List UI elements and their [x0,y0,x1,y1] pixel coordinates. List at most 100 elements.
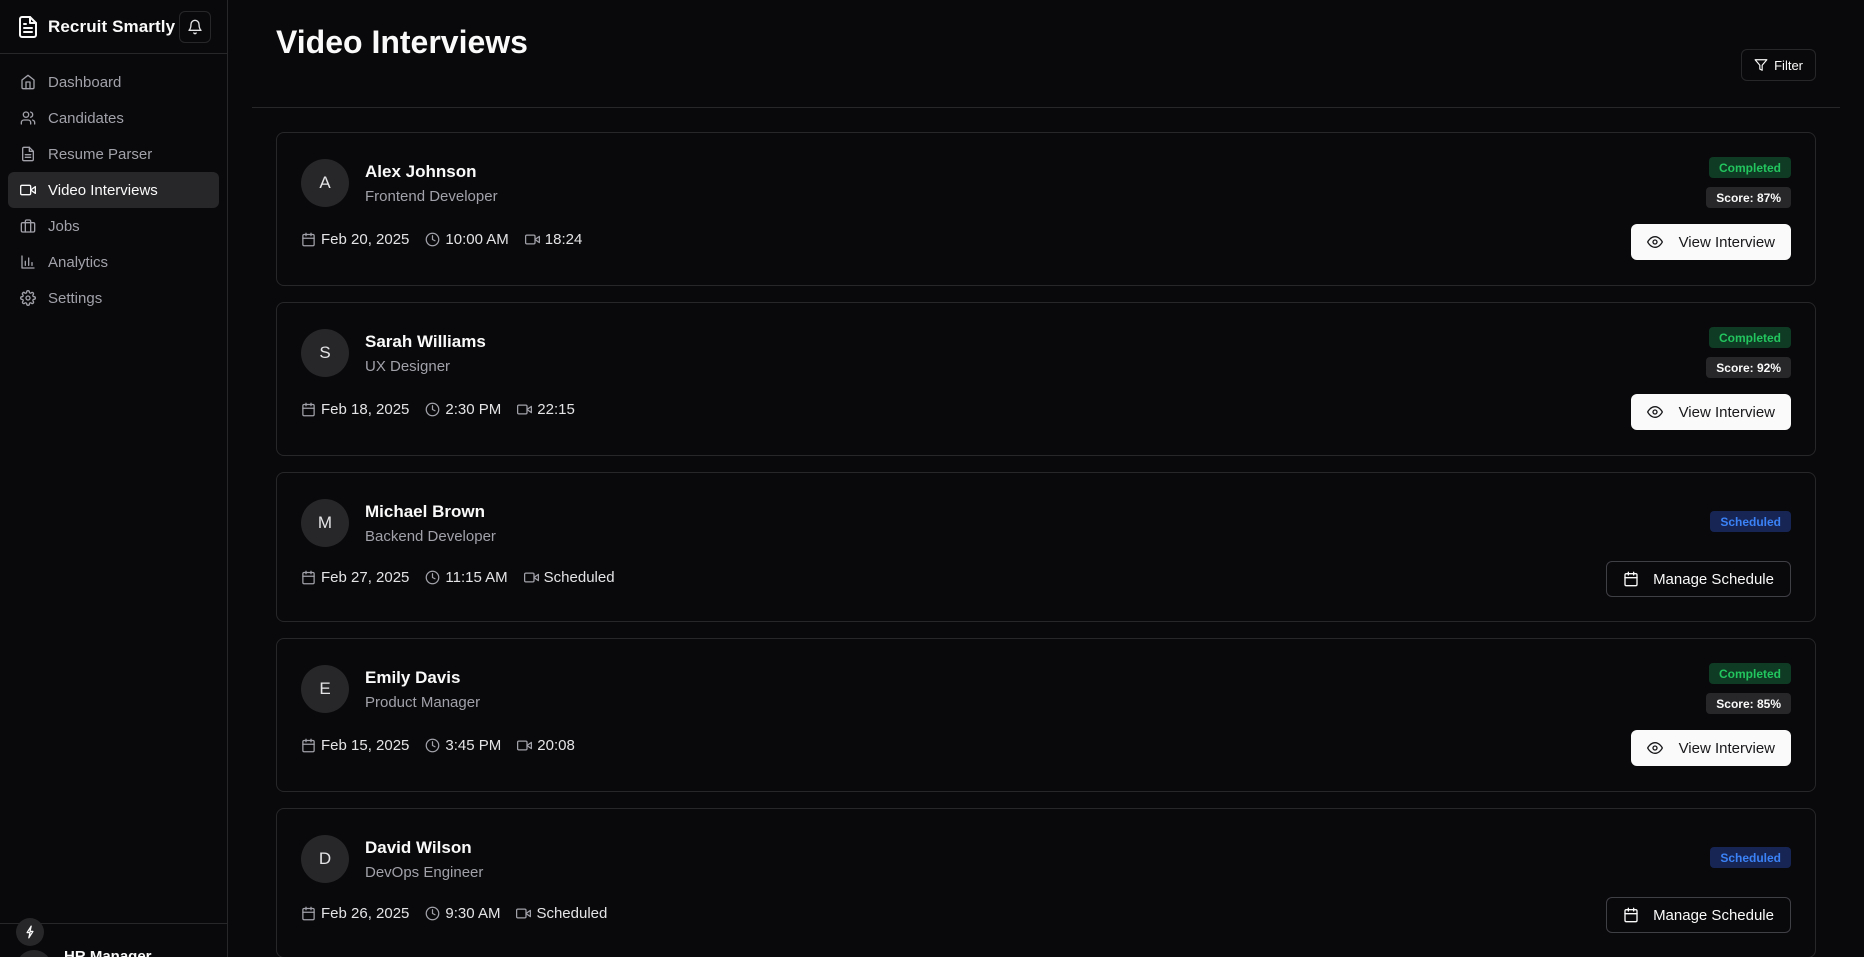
page-title: Video Interviews [276,24,528,60]
interview-duration: 18:24 [544,231,583,248]
sidebar-item-settings[interactable]: Settings [8,280,219,316]
calendar-icon [301,738,316,753]
calendar-icon [301,570,316,585]
video-icon [524,232,540,247]
view-interview-button[interactable]: View Interview [1630,394,1791,430]
eye-icon [1646,234,1663,250]
filter-button[interactable]: Filter [1741,49,1816,81]
interview-time: 11:15 AM [445,569,508,586]
calendar-icon [1623,571,1639,587]
status-badge: Scheduled [1710,847,1791,868]
filter-icon [1754,58,1768,72]
interview-duration: Scheduled [536,905,608,922]
interview-time: 3:45 PM [445,737,502,754]
status-badge: Scheduled [1710,511,1791,532]
interview-meta: Feb 26, 2025 9:30 AM Scheduled [301,905,623,922]
status-badge: Completed [1708,327,1791,348]
interview-card: E Emily Davis Product Manager Feb 15, 20… [276,638,1816,792]
video-icon [20,182,36,198]
candidate-name: Emily Davis [365,668,461,687]
bar-chart-icon [20,254,36,270]
home-icon [20,74,36,90]
sidebar-item-dashboard[interactable]: Dashboard [8,64,219,100]
user-profile[interactable]: HR Manager [0,923,227,957]
status-badge: Completed [1708,663,1791,684]
candidate-role: Frontend Developer [365,188,498,205]
view-interview-button[interactable]: View Interview [1630,224,1791,260]
candidate-role: UX Designer [365,358,451,375]
interview-card: D David Wilson DevOps Engineer Feb 26, 2… [276,808,1816,957]
filter-label: Filter [1774,57,1803,73]
eye-icon [1646,404,1663,420]
avatar [16,950,52,957]
sidebar-item-jobs[interactable]: Jobs [8,208,219,244]
video-icon [516,906,532,921]
app-name: Recruit Smartly [48,16,176,36]
sidebar-item-label: Jobs [48,217,80,235]
avatar: A [301,159,349,207]
interview-date: Feb 26, 2025 [321,905,410,922]
video-icon [517,738,533,753]
notifications-button[interactable] [179,10,211,43]
interview-date: Feb 20, 2025 [321,231,410,248]
sidebar-item-label: Video Interviews [48,181,158,199]
users-icon [20,110,36,126]
clock-icon [425,738,440,753]
sidebar-item-resume-parser[interactable]: Resume Parser [8,136,219,172]
clock-icon [425,402,440,417]
interview-meta: Feb 20, 2025 10:00 AM 18:24 [301,231,598,248]
button-label: View Interview [1678,403,1775,421]
candidate-name: Alex Johnson [365,162,477,181]
clock-icon [425,906,440,921]
interview-duration: 22:15 [537,401,575,418]
interview-time: 2:30 PM [445,401,502,418]
file-text-icon [16,15,40,39]
user-name: HR Manager [64,948,152,957]
sidebar-item-candidates[interactable]: Candidates [8,100,219,136]
page-header: Video Interviews Filter [252,0,1840,108]
video-icon [523,570,539,585]
briefcase-icon [20,218,36,234]
manage-schedule-button[interactable]: Manage Schedule [1606,897,1791,933]
interview-card: S Sarah Williams UX Designer Feb 18, 202… [276,302,1816,456]
calendar-icon [301,232,316,247]
interview-time: 9:30 AM [445,905,501,922]
interview-list: A Alex Johnson Frontend Developer Feb 20… [252,108,1840,957]
main-content: Video Interviews Filter A Alex Johnson F… [252,0,1840,957]
interview-card: M Michael Brown Backend Developer Feb 27… [276,472,1816,622]
eye-icon [1646,740,1663,756]
button-label: Manage Schedule [1653,570,1774,588]
interview-time: 10:00 AM [445,231,509,248]
avatar: E [301,665,349,713]
avatar: M [301,499,349,547]
candidate-role: Backend Developer [365,528,496,545]
sidebar-item-video-interviews[interactable]: Video Interviews [8,172,219,208]
candidate-role: DevOps Engineer [365,864,484,881]
interview-date: Feb 18, 2025 [321,401,410,418]
interview-date: Feb 27, 2025 [321,569,410,586]
calendar-icon [301,402,316,417]
view-interview-button[interactable]: View Interview [1630,730,1791,766]
interview-card: A Alex Johnson Frontend Developer Feb 20… [276,132,1816,286]
score-badge: Score: 92% [1706,357,1791,378]
button-label: Manage Schedule [1653,906,1774,924]
candidate-name: Michael Brown [365,502,485,521]
sidebar-item-analytics[interactable]: Analytics [8,244,219,280]
interview-duration: 20:08 [537,737,575,754]
avatar: D [301,835,349,883]
avatar: S [301,329,349,377]
sidebar-item-label: Resume Parser [48,145,153,163]
clock-icon [425,570,440,585]
calendar-icon [1623,907,1639,923]
clock-icon [425,232,440,247]
candidate-name: Sarah Williams [365,332,486,351]
score-badge: Score: 87% [1706,187,1791,208]
status-badge: Completed [1708,157,1791,178]
brand-header: Recruit Smartly [0,0,227,54]
interview-meta: Feb 27, 2025 11:15 AM Scheduled [301,569,631,586]
manage-schedule-button[interactable]: Manage Schedule [1606,561,1791,597]
interview-meta: Feb 15, 2025 3:45 PM 20:08 [301,737,591,754]
score-badge: Score: 85% [1706,693,1791,714]
bell-icon [187,19,203,35]
interview-duration: Scheduled [543,569,615,586]
